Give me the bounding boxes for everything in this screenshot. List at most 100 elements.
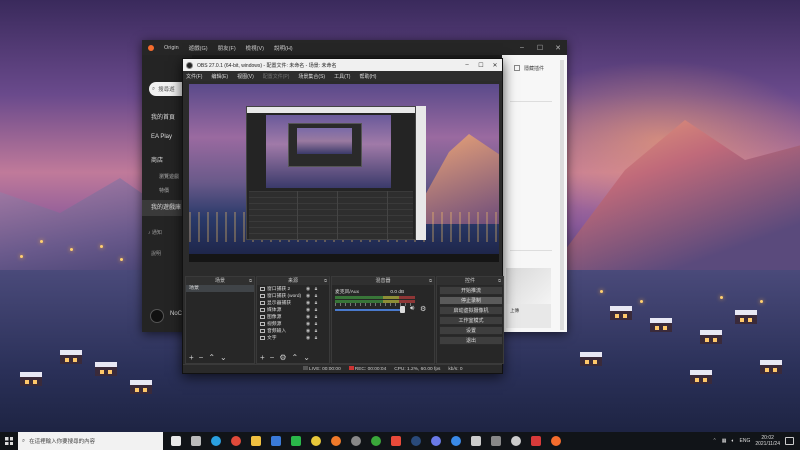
clock[interactable]: 20:02 2021/11/24 (755, 435, 780, 447)
origin-menu-help[interactable]: 說明(H) (274, 44, 293, 52)
mixer-gear-icon[interactable]: ⚙ (420, 305, 426, 313)
obs-menu-help[interactable]: 帮助(H) (359, 73, 376, 80)
volume-slider[interactable] (335, 309, 405, 311)
move-down-icon[interactable]: ⌄ (220, 353, 227, 362)
lock-icon[interactable]: 🔒︎ (313, 314, 319, 320)
steam-icon[interactable] (406, 432, 426, 450)
origin-menu-friends[interactable]: 朋友(F) (218, 44, 236, 52)
settings-button[interactable]: 设置 (439, 326, 503, 335)
origin-titlebar[interactable]: Origin 遊戲(G) 朋友(F) 檢視(V) 說明(H) – ☐ ✕ (142, 40, 567, 55)
lock-icon[interactable]: 🔒︎ (313, 286, 319, 292)
volume-slider-handle[interactable] (400, 306, 405, 313)
discord-icon[interactable] (426, 432, 446, 450)
mail-icon[interactable] (266, 432, 286, 450)
move-up-icon[interactable]: ⌃ (208, 353, 215, 362)
obs-menu-scene-collection[interactable]: 场景集合(S) (298, 73, 325, 80)
panel-toggle-icon[interactable] (514, 65, 520, 71)
close-icon[interactable]: ✕ (549, 40, 567, 55)
source-item[interactable]: 文字 ◉ 🔒︎ (257, 334, 329, 341)
notification-icon[interactable] (785, 437, 794, 445)
ea-icon[interactable] (386, 432, 406, 450)
eye-icon[interactable]: ◉ (305, 314, 311, 320)
source-item[interactable]: 窗口捕获 2 ◉ 🔒︎ (257, 285, 329, 292)
speaker-icon[interactable]: 🔈︎ (731, 438, 734, 444)
origin-help[interactable]: 說明 (151, 250, 161, 257)
eye-icon[interactable]: ◉ (305, 335, 311, 341)
language-indicator[interactable]: ENG (740, 438, 751, 444)
source-item[interactable]: 图像源 ◉ 🔒︎ (257, 313, 329, 320)
network-icon[interactable]: ▦ (722, 438, 727, 444)
epic-icon[interactable] (466, 432, 486, 450)
origin-menu-view[interactable]: 檢視(V) (246, 44, 264, 52)
obs-menu-view[interactable]: 视图(V) (237, 73, 254, 80)
studio-mode-button[interactable]: 工作室模式 (439, 316, 503, 325)
dock-float-icon[interactable]: ⧉ (429, 277, 432, 285)
obs-studio-icon[interactable] (166, 432, 186, 450)
wechat-icon[interactable] (286, 432, 306, 450)
remove-scene-icon[interactable]: − (199, 353, 204, 362)
stop-recording-button[interactable]: 停止录制 (439, 296, 503, 305)
minimize-icon[interactable]: – (513, 40, 531, 55)
eye-icon[interactable]: ◉ (305, 286, 311, 292)
firefox-icon[interactable] (326, 432, 346, 450)
lock-icon[interactable]: 🔒︎ (313, 328, 319, 334)
xbox-icon[interactable] (366, 432, 386, 450)
source-item[interactable]: 音频输入 ◉ 🔒︎ (257, 327, 329, 334)
obs-minimize-icon[interactable]: – (460, 59, 474, 71)
maximize-icon[interactable]: ☐ (531, 40, 549, 55)
source-item[interactable]: 窗口捕获 (word) ◉ 🔒︎ (257, 292, 329, 299)
dock-float-icon[interactable]: ⧉ (324, 277, 327, 285)
lock-icon[interactable]: 🔒︎ (313, 321, 319, 327)
chrome-alt-icon[interactable] (306, 432, 326, 450)
steam-alt-icon[interactable] (346, 432, 366, 450)
eye-icon[interactable]: ◉ (305, 293, 311, 299)
obs-menu-profile[interactable]: 配置文件(P) (263, 73, 290, 80)
game-icon[interactable] (486, 432, 506, 450)
dock-float-icon[interactable]: ⧉ (249, 277, 252, 285)
chrome-icon[interactable] (226, 432, 246, 450)
source-item[interactable]: 显示器捕获 ◉ 🔒︎ (257, 299, 329, 306)
edge-icon[interactable] (206, 432, 226, 450)
task-view-icon[interactable] (186, 432, 206, 450)
add-source-icon[interactable]: + (260, 353, 265, 362)
source-item[interactable]: 媒体源 ◉ 🔒︎ (257, 306, 329, 313)
origin-icon[interactable] (546, 432, 566, 450)
lock-icon[interactable]: 🔒︎ (313, 300, 319, 306)
gear-icon[interactable]: ⚙ (279, 353, 286, 362)
move-down-icon[interactable]: ⌄ (303, 353, 310, 362)
move-up-icon[interactable]: ⌃ (292, 353, 299, 362)
lock-icon[interactable]: 🔒︎ (313, 307, 319, 313)
eye-icon[interactable]: ◉ (305, 300, 311, 306)
remove-source-icon[interactable]: − (270, 353, 275, 362)
start-streaming-button[interactable]: 开始推流 (439, 286, 503, 295)
obs-menu-tools[interactable]: 工具(T) (334, 73, 350, 80)
avatar[interactable] (150, 309, 164, 323)
obs-titlebar[interactable]: OBS 27.0.1 (64-bit, windows) - 配置文件: 未命名… (183, 59, 502, 71)
scene-item[interactable]: 场景 (186, 285, 254, 292)
obs-menu-file[interactable]: 文件(F) (186, 73, 202, 80)
origin-menu-games[interactable]: 遊戲(G) (189, 44, 208, 52)
start-button[interactable] (0, 432, 18, 450)
folder-icon[interactable] (246, 432, 266, 450)
origin-notifications[interactable]: ♪ 通知 (148, 229, 162, 236)
red-app-icon[interactable] (526, 432, 546, 450)
speaker-icon[interactable]: 🔊︎ (410, 305, 414, 313)
speedometer-icon[interactable] (506, 432, 526, 450)
eye-icon[interactable]: ◉ (305, 321, 311, 327)
taskbar-search-input[interactable]: ⌕ 在這裡輸入你要搜尋的內容 (18, 432, 163, 450)
dock-float-icon[interactable]: ⧉ (498, 277, 501, 285)
lock-icon[interactable]: 🔒︎ (313, 335, 319, 341)
start-virtual-camera-button[interactable]: 启动虚拟摄像机 (439, 306, 503, 315)
uplay-icon[interactable] (446, 432, 466, 450)
eye-icon[interactable]: ◉ (305, 328, 311, 334)
eye-icon[interactable]: ◉ (305, 307, 311, 313)
obs-close-icon[interactable]: ✕ (488, 59, 502, 71)
obs-menu-edit[interactable]: 编辑(E) (211, 73, 228, 80)
obs-preview[interactable] (189, 84, 499, 262)
exit-button[interactable]: 退出 (439, 336, 503, 345)
lock-icon[interactable]: 🔒︎ (313, 293, 319, 299)
origin-news-card[interactable]: 上傳 (506, 268, 551, 328)
source-item[interactable]: 视频源 ◉ 🔒︎ (257, 320, 329, 327)
obs-maximize-icon[interactable]: ☐ (474, 59, 488, 71)
add-scene-icon[interactable]: + (189, 353, 194, 362)
